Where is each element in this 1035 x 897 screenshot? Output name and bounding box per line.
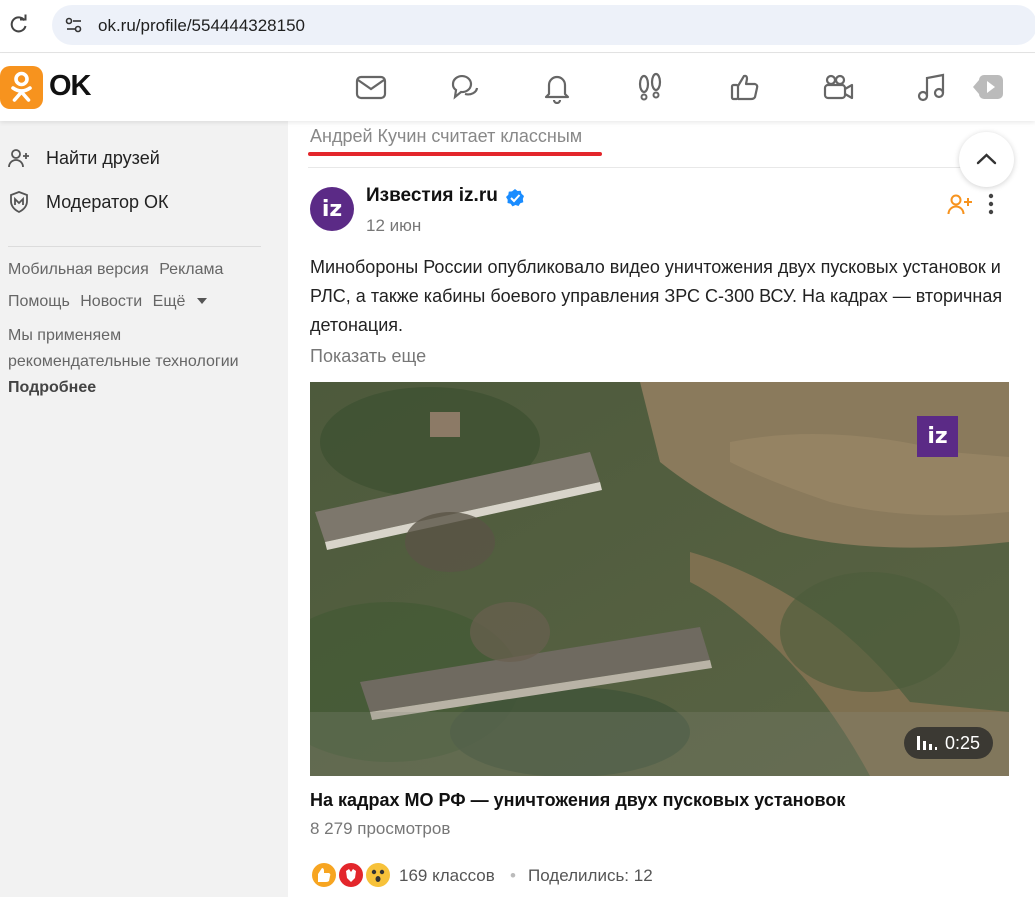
link-advertising[interactable]: Реклама xyxy=(159,261,223,278)
ok-wordmark[interactable]: OK xyxy=(49,70,91,103)
reload-icon[interactable] xyxy=(9,14,29,34)
chevron-up-icon xyxy=(976,153,997,165)
video-player[interactable]: iz 0:25 xyxy=(310,382,1009,776)
red-underline-annotation xyxy=(308,152,602,156)
feed-divider xyxy=(308,167,1008,168)
video-duration-badge: 0:25 xyxy=(904,727,993,759)
liked-by-text[interactable]: Андрей Кучин считает классным xyxy=(310,126,582,147)
guests-icon[interactable] xyxy=(634,70,668,104)
music-icon[interactable] xyxy=(914,70,948,104)
video-camera-icon[interactable] xyxy=(821,70,855,104)
sidebar-item-moderator[interactable]: Модератор ОК xyxy=(7,189,169,215)
like-reaction-icon xyxy=(310,861,338,889)
moderator-shield-icon xyxy=(7,190,31,214)
reaction-icons[interactable] xyxy=(310,861,400,891)
post-date[interactable]: 12 июн xyxy=(366,216,421,236)
link-news[interactable]: Новости xyxy=(80,293,142,310)
link-mobile-version[interactable]: Мобильная версия xyxy=(8,261,149,278)
like-icon[interactable] xyxy=(728,70,762,104)
link-more[interactable]: Ещё xyxy=(153,293,208,310)
verified-badge-icon xyxy=(505,188,525,208)
ok-header: OK xyxy=(0,54,1035,121)
video-play-icon[interactable] xyxy=(970,70,1004,104)
link-help[interactable]: Помощь xyxy=(8,293,70,310)
left-sidebar: Найти друзей Модератор ОК Мобильная верс… xyxy=(0,110,288,897)
more-options-icon[interactable] xyxy=(983,191,999,217)
subscribe-add-icon[interactable] xyxy=(947,191,973,217)
chat-icon[interactable] xyxy=(447,70,481,104)
bell-icon[interactable] xyxy=(540,70,574,105)
url-text[interactable]: ok.ru/profile/554444328150 xyxy=(98,16,305,36)
sidebar-item-find-friends[interactable]: Найти друзей xyxy=(7,145,160,171)
author-avatar[interactable]: iz xyxy=(310,187,354,231)
iz-watermark: iz xyxy=(917,416,958,457)
footer-links-row2: Помощь Новости Ещё xyxy=(8,293,214,311)
caret-down-icon xyxy=(196,298,207,304)
mail-icon[interactable] xyxy=(354,70,388,104)
sidebar-item-label: Модератор ОК xyxy=(46,191,169,212)
main-feed: Андрей Кучин считает классным iz Извести… xyxy=(288,121,1035,897)
video-title[interactable]: На кадрах МО РФ — уничтожения двух пуско… xyxy=(310,790,845,811)
separator-dot: • xyxy=(510,866,516,885)
wow-reaction-icon xyxy=(364,861,392,889)
post-text: Минобороны России опубликовало видео уни… xyxy=(310,257,1003,335)
add-friend-icon xyxy=(7,146,31,170)
sidebar-item-label: Найти друзей xyxy=(46,147,160,168)
video-thumbnail xyxy=(310,382,1009,776)
video-views: 8 279 просмотров xyxy=(310,819,451,838)
post-author[interactable]: Известия iz.ru xyxy=(366,185,498,207)
likes-count[interactable]: 169 классов xyxy=(399,866,495,886)
shares-count[interactable]: Поделились: 12 xyxy=(528,866,653,886)
site-info-icon[interactable] xyxy=(64,15,84,35)
heart-reaction-icon xyxy=(337,861,365,889)
scroll-top-button[interactable] xyxy=(959,132,1014,187)
footer-links-row1: Мобильная версия Реклама xyxy=(8,261,229,279)
sidebar-divider xyxy=(8,246,261,247)
show-more-link[interactable]: Показать еще xyxy=(310,346,426,367)
stats-bars-icon xyxy=(917,736,937,750)
address-bar[interactable]: ok.ru/profile/554444328150 xyxy=(52,5,1035,45)
recommendation-notice: Мы применяем рекомендательные технологии… xyxy=(8,327,239,396)
browser-toolbar: ok.ru/profile/554444328150 xyxy=(0,0,1035,53)
ok-logo-icon[interactable] xyxy=(0,66,43,109)
more-details-link[interactable]: Подробнее xyxy=(8,379,96,396)
